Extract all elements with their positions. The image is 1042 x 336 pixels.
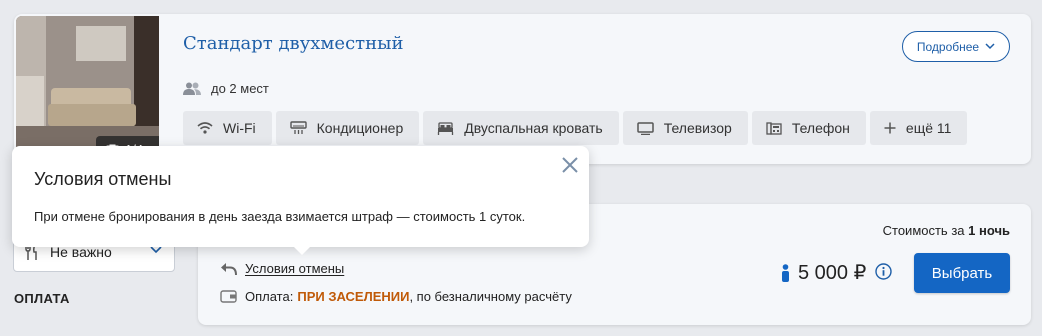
- single-guest-icon: [782, 263, 789, 282]
- cancellation-terms-link[interactable]: Условия отмены: [220, 261, 344, 276]
- guests-icon: [183, 82, 201, 95]
- double-bed-icon: [438, 121, 454, 135]
- capacity-label: до 2 мест: [211, 81, 269, 96]
- tooltip-text: При отмене бронирования в день заезда вз…: [34, 209, 526, 224]
- cancellation-terms-label: Условия отмены: [245, 261, 345, 276]
- select-offer-button[interactable]: Выбрать: [914, 253, 1010, 293]
- amenity-label: Двуспальная кровать: [464, 120, 603, 136]
- more-details-button[interactable]: Подробнее: [902, 31, 1010, 62]
- offer-price: 5 000 ₽: [781, 260, 866, 285]
- wifi-icon: [197, 122, 213, 134]
- amenity-label: Кондиционер: [316, 120, 404, 136]
- price-caption-nights: 1 ночь: [968, 223, 1010, 238]
- payment-method-badge: ПРИ ЗАСЕЛЕНИИ: [297, 289, 410, 304]
- undo-arrow-icon: [221, 262, 237, 275]
- price-value: 5 000 ₽: [798, 262, 867, 284]
- room-card: 1/4 Стандарт двухместный Подробнее до 2 …: [14, 14, 1031, 164]
- payment-prefix: Оплата:: [245, 289, 294, 304]
- wallet-icon: [220, 290, 237, 303]
- plus-icon: [884, 122, 896, 134]
- room-title[interactable]: Стандарт двухместный: [183, 33, 403, 54]
- cancellation-tooltip: Условия отмены При отмене бронирования в…: [12, 146, 589, 255]
- amenity-label: Телевизор: [663, 120, 732, 136]
- room-photo[interactable]: 1/4: [16, 16, 159, 162]
- amenity-tv: Телевизор: [622, 111, 748, 145]
- amenity-label: Телефон: [791, 120, 850, 136]
- amenity-label: Wi-Fi: [223, 120, 256, 136]
- info-icon[interactable]: [875, 263, 892, 280]
- phone-icon: [766, 121, 782, 135]
- amenity-phone: Телефон: [751, 111, 866, 145]
- payment-info: Оплата: ПРИ ЗАСЕЛЕНИИ, по безналичному р…: [220, 289, 572, 304]
- payment-section-title: ОПЛАТА: [14, 291, 70, 306]
- chevron-down-icon: [985, 43, 995, 50]
- amenity-air-conditioner: Кондиционер: [275, 111, 420, 145]
- tv-icon: [636, 121, 654, 135]
- amenity-double-bed: Двуспальная кровать: [423, 111, 619, 145]
- amenity-more-button[interactable]: ещё 11: [869, 111, 968, 145]
- amenities-list: Wi-Fi Кондиционер Двуспальная кровать Те…: [183, 111, 968, 145]
- payment-suffix: , по безналичному расчёту: [409, 289, 572, 304]
- amenity-wifi: Wi-Fi: [183, 111, 272, 145]
- chevron-down-icon: [150, 246, 162, 254]
- more-details-label: Подробнее: [916, 39, 980, 54]
- air-conditioner-icon: [289, 121, 307, 134]
- amenity-label: ещё 11: [905, 120, 952, 136]
- room-capacity: до 2 мест: [183, 81, 269, 96]
- tooltip-title: Условия отмены: [34, 169, 172, 189]
- close-icon[interactable]: [561, 156, 579, 174]
- price-caption-prefix: Стоимость за: [882, 223, 965, 238]
- price-caption: Стоимость за 1 ночь: [883, 223, 1010, 238]
